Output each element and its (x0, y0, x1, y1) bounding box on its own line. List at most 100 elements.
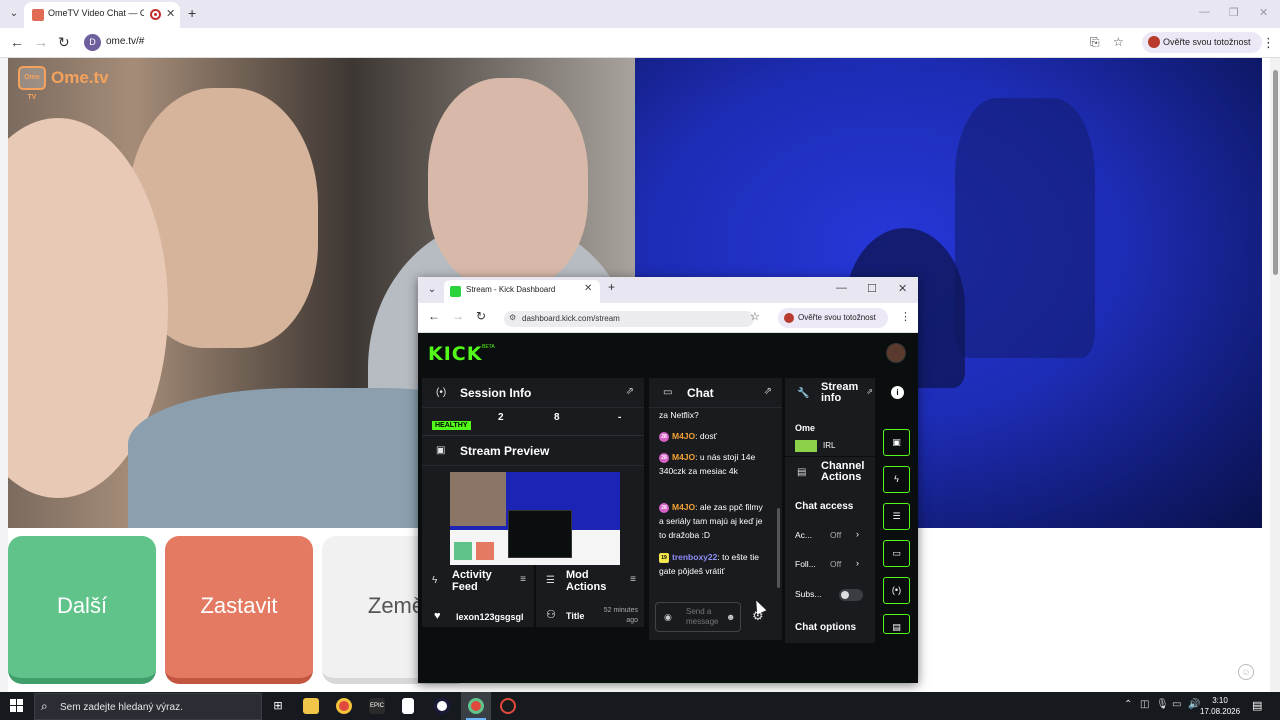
kick-dashboard-window: ⌄ Stream - Kick Dashboard ✕ + — ☐ ✕ ← → … (418, 277, 918, 683)
task-view-icon[interactable]: ⊞ (270, 698, 286, 714)
search-icon: ⌕ (41, 699, 48, 713)
popout-icon[interactable]: ⇗ (764, 386, 772, 397)
tray-app-icon[interactable]: ◫ (1140, 699, 1149, 710)
lightning-button[interactable]: ϟ (883, 466, 910, 493)
notification-icon[interactable]: ▤ (1252, 699, 1262, 712)
filter-icon[interactable]: ≡ (630, 574, 636, 585)
maximize-icon[interactable]: ☐ (867, 282, 877, 295)
stream-category: IRL (823, 441, 836, 450)
tab-close-icon[interactable]: ✕ (584, 283, 592, 294)
new-tab-button[interactable]: + (608, 280, 615, 294)
chat-username[interactable]: trenboxy22 (672, 552, 717, 562)
channel-action-label[interactable]: Foll... (795, 559, 816, 569)
kick-tab-strip: ⌄ Stream - Kick Dashboard ✕ + — ☐ ✕ (418, 277, 918, 303)
tray-chevron-icon[interactable]: ⌃ (1124, 699, 1132, 710)
list-button[interactable]: ☰ (883, 503, 910, 530)
tab-search-icon[interactable]: ⌄ (6, 6, 22, 22)
chat-username[interactable]: M4JO (672, 431, 695, 441)
minimize-icon[interactable]: — (836, 282, 847, 294)
taskbar-search-input[interactable]: ⌕ Sem zadejte hledaný výraz. (34, 693, 262, 720)
kick-logo[interactable]: KICK (428, 343, 482, 365)
verify-identity-button[interactable]: Ověřte svou totožnost (1142, 32, 1262, 53)
preview-button[interactable]: ▣ (883, 429, 910, 456)
site-info-icon[interactable]: ⚙ (509, 313, 516, 322)
forward-icon[interactable]: → (452, 309, 464, 323)
install-app-icon[interactable]: ⎘ (1090, 35, 1100, 50)
restore-icon[interactable]: ❐ (1229, 6, 1239, 19)
bookmark-star-icon[interactable]: ☆ (750, 310, 760, 323)
site-info-icon[interactable]: D (84, 34, 101, 51)
mod-action-time: 52 minutes ago (603, 607, 638, 624)
chrome-icon[interactable] (336, 698, 352, 714)
emoji-icon[interactable]: ☻ (726, 612, 735, 622)
url-field[interactable]: ome.tv/# (106, 36, 144, 47)
microphone-icon[interactable]: 🎙 (1156, 699, 1169, 710)
chat-username[interactable]: M4JO (672, 502, 695, 512)
back-icon[interactable]: ← (10, 34, 24, 50)
chevron-right-icon[interactable]: › (856, 529, 859, 539)
chrome-active-icon[interactable] (468, 698, 484, 714)
file-explorer-icon[interactable] (303, 698, 319, 714)
reload-icon[interactable]: ↻ (476, 309, 486, 323)
close-window-icon[interactable]: ✕ (898, 282, 907, 295)
windows-start-icon[interactable] (10, 699, 24, 713)
ometv-favicon-icon (32, 9, 44, 21)
scrollbar-thumb[interactable] (1273, 70, 1278, 275)
browser-menu-icon[interactable]: ⋮ (1262, 35, 1275, 51)
chevron-right-icon[interactable]: › (856, 558, 859, 568)
forward-icon[interactable]: → (34, 34, 48, 50)
info-icon[interactable]: i (891, 386, 904, 399)
avatar[interactable] (886, 343, 906, 363)
back-icon[interactable]: ← (428, 309, 440, 323)
subscribers-only-toggle[interactable] (839, 589, 863, 601)
taskbar-clock[interactable]: 3:10 17.08.2026 (1200, 695, 1240, 717)
chat-input[interactable]: ◉ Send a message ☻ (655, 602, 741, 632)
broadcast-icon: (•) (436, 387, 447, 398)
reload-icon[interactable]: ↻ (58, 34, 70, 51)
profile-icon (784, 313, 794, 323)
chat-username[interactable]: M4JO (672, 452, 695, 462)
close-window-icon[interactable]: ✕ (1259, 6, 1268, 19)
session-stat: 8 (554, 412, 560, 423)
panel-title: Chat (687, 386, 714, 400)
browser-menu-icon[interactable]: ⋮ (900, 310, 911, 323)
document-icon[interactable] (402, 698, 414, 714)
broadcast-button[interactable]: (•) (883, 577, 910, 604)
chat-scrollbar[interactable] (777, 508, 780, 588)
kick-dashboard: KICK BETA (•) Session Info ⇗ 2 8 - HEALT… (418, 333, 918, 683)
epic-games-icon[interactable]: EPIC (369, 698, 385, 714)
popout-icon[interactable]: ⇗ (626, 386, 634, 397)
recorder-icon[interactable] (500, 698, 516, 714)
url-field[interactable]: ⚙ dashboard.kick.com/stream (504, 311, 754, 327)
emoji-icon[interactable]: ☺ (1238, 664, 1254, 680)
channel-action-label[interactable]: Ac... (795, 530, 812, 540)
popout-icon[interactable]: ⇗ (866, 387, 873, 396)
channel-action-label: Subs... (795, 589, 822, 599)
stream-info-panel: 🔧 Stream info ⇗ Ome IRL (785, 378, 875, 456)
panel-header: (•) Session Info ⇗ (422, 378, 644, 408)
verify-identity-button[interactable]: Ověřte svou totožnost (778, 308, 888, 328)
tab-close-icon[interactable]: ✕ (166, 7, 175, 20)
message-text: dosť (699, 431, 717, 441)
ometv-logo-icon: Ome TV (18, 66, 46, 101)
tab-ometv[interactable]: OmeTV Video Chat — Ome ✕ (24, 2, 180, 28)
page-scrollbar[interactable] (1270, 58, 1280, 692)
chat-icon: ▭ (663, 387, 673, 398)
heart-icon: ♥ (434, 610, 441, 622)
volume-icon[interactable]: 🔊 (1188, 699, 1200, 710)
channel-button[interactable]: ▤ (883, 614, 910, 634)
chat-button[interactable]: ▭ (883, 540, 910, 567)
sub-badge-icon: 19 (659, 552, 669, 563)
network-icon[interactable]: ▭ (1172, 699, 1181, 710)
minimize-icon[interactable]: — (1199, 6, 1210, 18)
filter-icon[interactable]: ≡ (520, 574, 526, 585)
tab-kick-dashboard[interactable]: Stream - Kick Dashboard ✕ (444, 280, 600, 303)
stop-button[interactable]: Zastavit (165, 536, 313, 684)
obs-icon[interactable] (434, 698, 450, 714)
preview-icon: ▣ (436, 445, 446, 456)
bookmark-star-icon[interactable]: ☆ (1113, 35, 1124, 49)
new-tab-button[interactable]: + (188, 5, 196, 21)
tab-search-icon[interactable]: ⌄ (424, 282, 440, 298)
thumb-region (450, 472, 506, 526)
next-button[interactable]: Další (8, 536, 156, 684)
